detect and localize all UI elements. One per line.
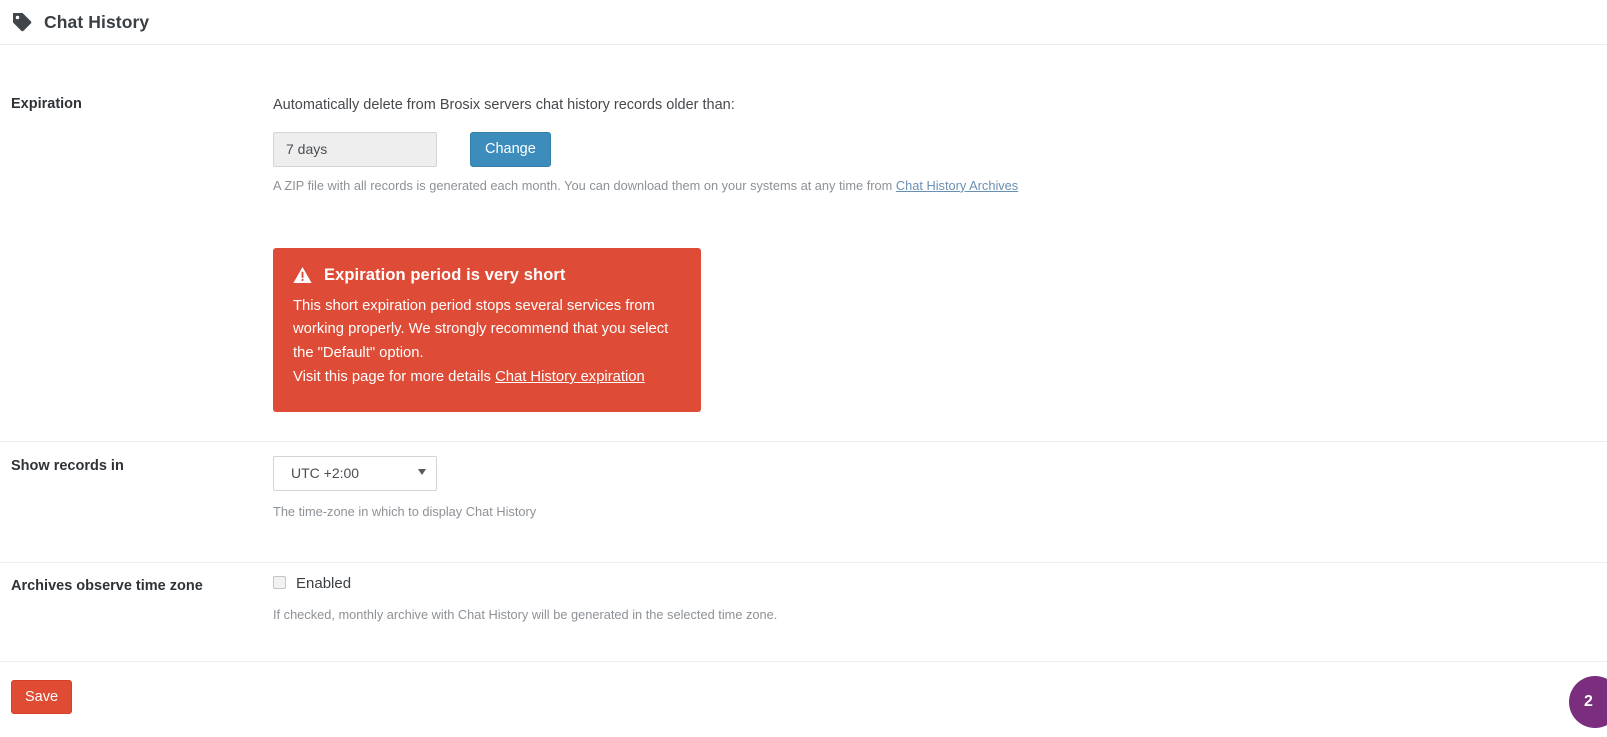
section-label-expiration: Expiration [11,96,82,112]
timezone-select[interactable]: UTC +2:00 [273,456,437,491]
section-label-timezone: Show records in [11,458,124,474]
tag-icon [11,11,44,33]
page-header: Chat History [0,0,1607,45]
timezone-select-wrapper: UTC +2:00 [273,456,437,491]
section-body-archives: Enabled If checked, monthly archive with… [273,563,1607,626]
section-body-expiration: Automatically delete from Brosix servers… [273,45,1607,412]
notification-badge[interactable]: 2 [1569,676,1607,728]
archives-enabled-row: Enabled [273,575,1607,592]
archives-enabled-checkbox[interactable] [273,576,286,589]
timezone-hint: The time-zone in which to display Chat H… [273,504,537,519]
section-expiration: Expiration Automatically delete from Bro… [0,45,1607,442]
alert-body: This short expiration period stops sever… [293,295,681,390]
archives-enabled-label[interactable]: Enabled [296,575,351,592]
alert-body-line1: This short expiration period stops sever… [293,297,669,362]
save-button[interactable]: Save [11,680,73,714]
expiration-hint-text: A ZIP file with all records is generated… [273,177,896,193]
alert-header: Expiration period is very short [293,266,681,285]
warning-triangle-icon [293,266,312,284]
expiration-hint: A ZIP file with all records is generated… [273,176,1038,197]
expiration-field-row: 7 days Change [273,131,1607,167]
expiration-intro-text: Automatically delete from Brosix servers… [273,97,735,113]
expiration-warning-alert: Expiration period is very short This sho… [273,247,701,412]
chat-history-archives-link[interactable]: Chat History Archives [896,178,1018,193]
section-body-timezone: UTC +2:00 The time-zone in which to disp… [273,442,1607,523]
chat-history-expiration-link[interactable]: Chat History expiration [495,369,645,385]
section-timezone: Show records in UTC +2:00 The time-zone … [0,442,1607,563]
archives-hint: If checked, monthly archive with Chat Hi… [273,607,778,622]
section-archives-observe-timezone: Archives observe time zone Enabled If ch… [0,563,1607,662]
footer: Save [0,662,1607,714]
alert-body-line2: Visit this page for more details [293,369,496,385]
chat-history-settings-page: Chat History Expiration Automatically de… [0,0,1607,737]
expiration-value-field[interactable]: 7 days [273,131,437,167]
section-label-archives: Archives observe time zone [11,578,203,594]
change-button[interactable]: Change [470,131,551,167]
page-title: Chat History [44,11,150,32]
alert-title: Expiration period is very short [324,265,566,284]
